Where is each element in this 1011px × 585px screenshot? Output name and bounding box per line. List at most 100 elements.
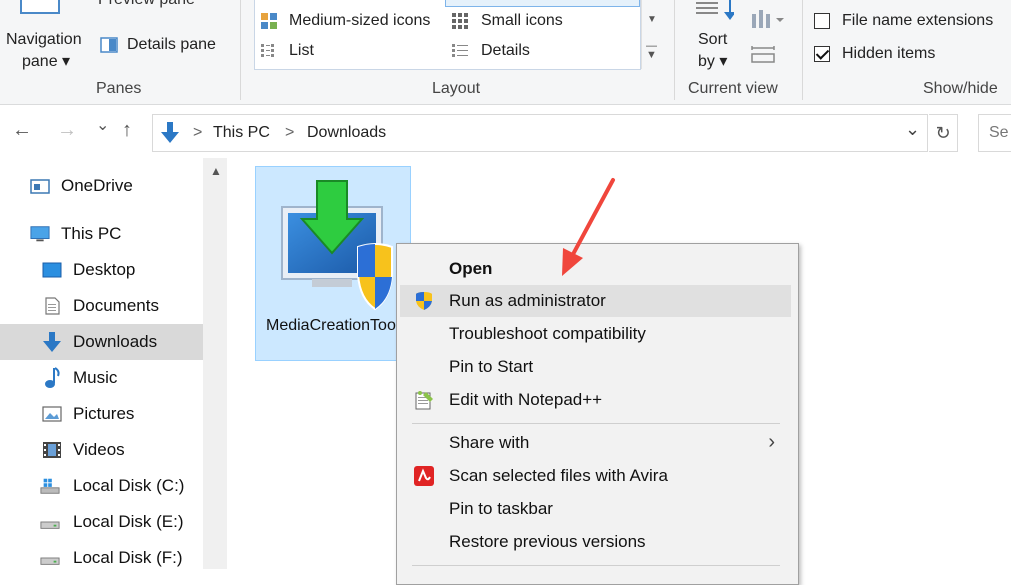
drive-icon (40, 521, 60, 529)
refresh-icon[interactable]: ↻ (929, 114, 958, 152)
address-row: ← → ⌄ ↑ > This PC > Downloads ⌄ ↻ Se (0, 105, 1011, 155)
navigation-pane-button[interactable]: Navigation pane ▾ (0, 0, 92, 75)
sidebar-item-label: Desktop (73, 260, 136, 279)
menu-item-scan-with-avira[interactable]: Scan selected files with Avira (400, 460, 791, 492)
sidebar-item-videos[interactable]: Videos (0, 432, 203, 468)
videos-icon (43, 442, 61, 458)
sidebar-item-pictures[interactable]: Pictures (0, 396, 203, 432)
search-input[interactable]: Se (978, 114, 1011, 152)
breadcrumb-this-pc[interactable]: This PC (213, 124, 270, 142)
menu-item-share-with[interactable]: Share with › (400, 427, 791, 459)
file-name-extensions-label: File name extensions (842, 12, 994, 29)
menu-item-label: Pin to Start (449, 357, 534, 376)
up-arrow-icon[interactable]: ↑ (122, 119, 132, 142)
navigation-pane: OneDrive This PC Desktop Documents Downl… (0, 158, 228, 569)
address-dropdown-icon[interactable]: ⌄ (905, 119, 920, 140)
avira-icon (414, 466, 434, 486)
drive-icon (40, 557, 60, 565)
sidebar-item-local-disk-f[interactable]: Local Disk (F:) (0, 540, 203, 576)
sort-label-2: by ▾ (698, 53, 728, 70)
sidebar-item-documents[interactable]: Documents (0, 288, 203, 324)
navigation-pane-label-1: Navigation (6, 31, 82, 48)
file-item-mediacreationtool[interactable]: MediaCreationTool (255, 166, 411, 361)
nav-pane-scrollbar[interactable]: ▲ (203, 158, 227, 569)
sidebar-item-label: Local Disk (E:) (73, 512, 184, 531)
breadcrumb-downloads[interactable]: Downloads (307, 124, 386, 142)
search-placeholder: Se (989, 124, 1009, 141)
layout-selected-strip (445, 0, 640, 7)
menu-item-edit-with-notepad[interactable]: Edit with Notepad++ (400, 384, 791, 416)
system-drive-icon (40, 478, 60, 494)
menu-item-restore-previous-versions[interactable]: Restore previous versions (400, 526, 791, 558)
ribbon-separator (240, 0, 241, 100)
navigation-pane-label-2: pane ▾ (22, 53, 71, 70)
menu-item-label: Pin to taskbar (449, 499, 553, 518)
context-menu: Open Run as administrator Troubleshoot c… (396, 243, 799, 585)
navigation-pane-icon (20, 0, 60, 14)
gallery-more-icon[interactable]: — ▼ (646, 41, 657, 61)
menu-item-run-as-administrator[interactable]: Run as administrator (400, 285, 791, 317)
file-name-extensions-checkbox[interactable] (814, 13, 830, 29)
layout-list[interactable]: List (257, 40, 447, 64)
sidebar-item-onedrive[interactable]: OneDrive (0, 168, 203, 204)
scroll-up-icon[interactable]: ▲ (210, 164, 222, 178)
sidebar-item-local-disk-e[interactable]: Local Disk (E:) (0, 504, 203, 540)
details-pane-button[interactable]: Details pane (98, 33, 228, 57)
ribbon-separator (674, 0, 675, 100)
desktop-icon (42, 262, 62, 278)
current-view-group-label: Current view (688, 80, 778, 97)
details-pane-icon (100, 37, 118, 53)
medium-icons-label: Medium-sized icons (289, 12, 431, 29)
menu-item-label: Troubleshoot compatibility (449, 324, 646, 343)
size-columns-icon (751, 46, 775, 63)
installer-icon (281, 180, 393, 311)
hidden-items-checkbox[interactable] (814, 46, 830, 62)
sort-by-button[interactable]: Sort by ▾ (690, 0, 740, 75)
sidebar-item-label: Videos (73, 440, 125, 459)
computer-icon (30, 226, 50, 242)
menu-item-troubleshoot-compatibility[interactable]: Troubleshoot compatibility (400, 318, 791, 350)
layout-details[interactable]: Details (449, 40, 634, 64)
recent-locations-icon[interactable]: ⌄ (96, 115, 109, 135)
gallery-scroll-down-icon[interactable]: ▼ (647, 14, 657, 25)
layout-medium-icons[interactable]: Medium-sized icons (257, 10, 447, 34)
list-icon (261, 44, 274, 57)
sidebar-item-music[interactable]: Music (0, 360, 203, 396)
menu-item-label: Restore previous versions (449, 532, 646, 551)
size-columns-button[interactable] (750, 42, 780, 66)
preview-pane-label: Preview pane (98, 0, 195, 9)
menu-item-label: Open (449, 259, 493, 278)
address-bar[interactable]: > This PC > Downloads ⌄ (152, 114, 928, 152)
medium-icons-icon (261, 13, 277, 29)
layout-group-label: Layout (432, 80, 481, 97)
show-hide-group-label: Show/hide (923, 80, 998, 97)
sidebar-item-label: Documents (73, 296, 159, 315)
downloads-location-icon (161, 122, 179, 143)
sidebar-item-label: Local Disk (C:) (73, 476, 185, 495)
small-icons-label: Small icons (481, 12, 563, 29)
menu-item-open[interactable]: Open (400, 253, 791, 285)
sidebar-item-desktop[interactable]: Desktop (0, 252, 203, 288)
sidebar-item-downloads[interactable]: Downloads (0, 324, 203, 360)
forward-arrow-icon[interactable]: → (57, 119, 77, 142)
menu-item-pin-to-taskbar[interactable]: Pin to taskbar (400, 493, 791, 525)
onedrive-icon (30, 179, 50, 194)
details-label: Details (481, 42, 530, 59)
preview-pane-button[interactable]: Preview pane (98, 0, 238, 10)
layout-small-icons[interactable]: Small icons (449, 10, 634, 34)
group-by-button[interactable] (750, 8, 786, 32)
back-arrow-icon[interactable]: ← (12, 119, 32, 142)
sidebar-item-local-disk-c[interactable]: Local Disk (C:) (0, 468, 203, 504)
sidebar-item-this-pc[interactable]: This PC (0, 216, 203, 252)
menu-item-pin-to-start[interactable]: Pin to Start (400, 351, 791, 383)
layout-gallery: Medium-sized icons Small icons List Deta… (254, 0, 641, 70)
layout-gallery-scroll[interactable]: ▼ — ▼ (641, 0, 662, 69)
ribbon: Navigation pane ▾ Preview pane Details p… (0, 0, 1011, 105)
sort-label-1: Sort (698, 31, 728, 48)
hidden-items-option[interactable]: Hidden items (812, 43, 1011, 67)
file-name-extensions-option[interactable]: File name extensions (812, 10, 1011, 34)
documents-icon (45, 297, 60, 315)
details-icon (452, 44, 468, 57)
group-by-icon (752, 10, 784, 28)
sort-icon (696, 0, 734, 20)
